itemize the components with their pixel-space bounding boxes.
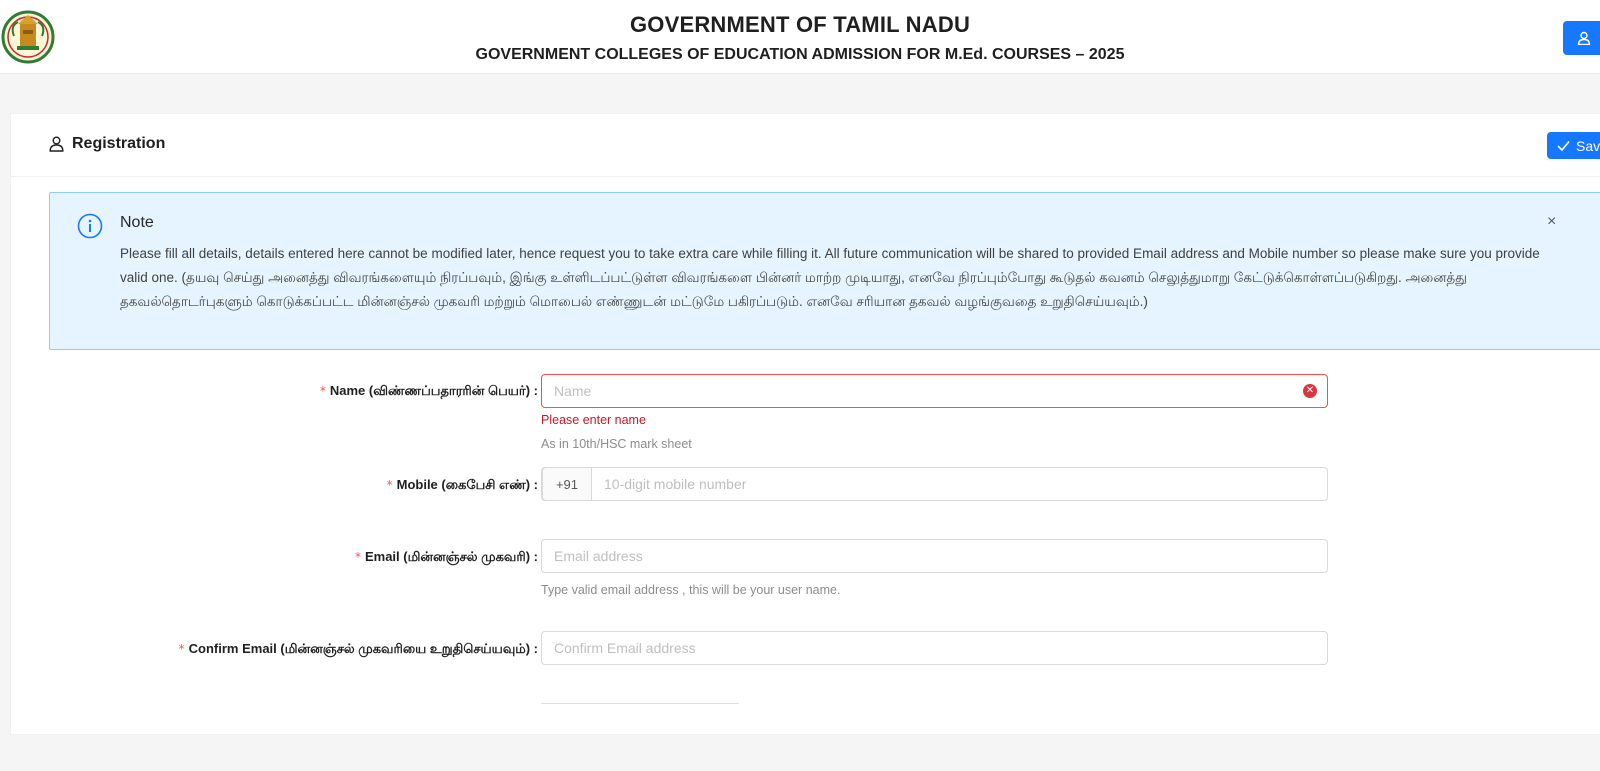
required-mark: * xyxy=(178,642,185,656)
required-mark: * xyxy=(386,478,393,492)
country-code-prefix: +91 xyxy=(542,467,592,501)
info-circle-icon xyxy=(77,213,103,239)
site-header: GOVERNMENT OF TAMIL NADU GOVERNMENT COLL… xyxy=(0,0,1600,74)
note-alert: Note Please fill all details, details en… xyxy=(49,192,1600,350)
email-placeholder: Email address xyxy=(554,548,643,564)
note-title: Note xyxy=(120,214,154,231)
mobile-label: * Mobile (கைபேசி எண்) : xyxy=(386,477,538,492)
page-subtitle: GOVERNMENT COLLEGES OF EDUCATION ADMISSI… xyxy=(475,46,1125,63)
error-clear-icon[interactable]: ✕ xyxy=(1303,384,1317,398)
required-mark: * xyxy=(354,550,361,564)
check-icon xyxy=(1557,140,1570,151)
user-icon xyxy=(1577,31,1591,45)
save-button[interactable]: Sav xyxy=(1547,132,1600,159)
name-error-text: Please enter name xyxy=(541,413,646,427)
page-bottom-strip xyxy=(0,752,1600,771)
email-input[interactable]: Email address xyxy=(541,539,1328,573)
save-button-label: Sav xyxy=(1576,137,1600,154)
name-placeholder: Name xyxy=(554,383,592,399)
name-label: * Name (விண்ணப்பதாரரின் பெயர்) : xyxy=(319,383,538,398)
card-title-label: Registration xyxy=(72,135,166,152)
name-input[interactable]: Name ✕ xyxy=(541,374,1328,408)
next-field-partial-border xyxy=(541,703,739,704)
page-title: GOVERNMENT OF TAMIL NADU xyxy=(629,12,971,37)
required-mark: * xyxy=(319,384,326,398)
card-header: Registration Sav xyxy=(11,114,1600,177)
email-help-text: Type valid email address , this will be … xyxy=(541,583,841,597)
note-description: Please fill all details, details entered… xyxy=(120,246,1540,309)
email-label: * Email (மின்னஞ்சல் முகவரி) : xyxy=(354,549,538,564)
confirm-email-placeholder: Confirm Email address xyxy=(554,640,696,656)
confirm-email-label: * Confirm Email (மின்னஞ்சல் முகவரியை உறுத… xyxy=(178,641,538,656)
confirm-email-input[interactable]: Confirm Email address xyxy=(541,631,1328,665)
mobile-input[interactable]: +91 10-digit mobile number xyxy=(541,467,1328,501)
mobile-placeholder: 10-digit mobile number xyxy=(604,476,747,492)
name-help-text: As in 10th/HSC mark sheet xyxy=(541,437,692,451)
close-icon[interactable]: × xyxy=(1547,213,1556,231)
card-title: Registration xyxy=(49,135,165,153)
user-account-button[interactable] xyxy=(1563,21,1600,55)
user-icon xyxy=(49,136,64,152)
